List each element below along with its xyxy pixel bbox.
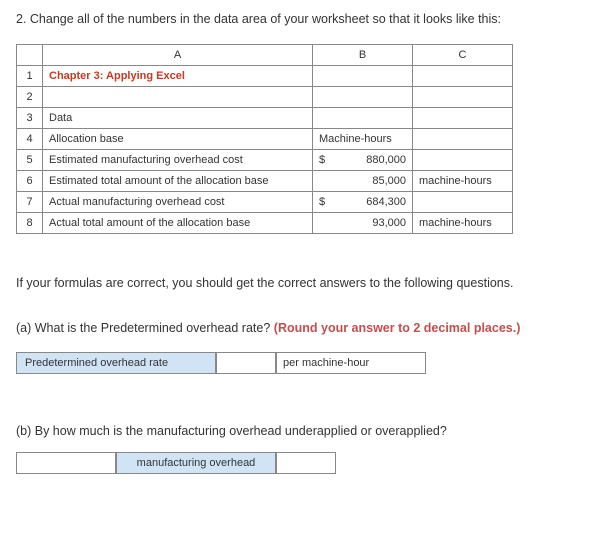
- table-row: 1 Chapter 3: Applying Excel: [17, 66, 513, 87]
- qa-unit: per machine-hour: [276, 352, 426, 374]
- cell-b3: [313, 108, 413, 129]
- table-row: 6 Estimated total amount of the allocati…: [17, 171, 513, 192]
- qa-input[interactable]: [216, 352, 276, 374]
- question-a-row: Predetermined overhead rate per machine-h…: [16, 352, 592, 374]
- currency-symbol: $: [319, 196, 325, 208]
- cell-b7: $684,300: [313, 192, 413, 213]
- cell-c6: machine-hours: [413, 171, 513, 192]
- cell-a8: Actual total amount of the allocation ba…: [43, 213, 313, 234]
- cell-a5: Estimated manufacturing overhead cost: [43, 150, 313, 171]
- cell-value: 93,000: [372, 217, 406, 229]
- table-row: 8 Actual total amount of the allocation …: [17, 213, 513, 234]
- col-header-c: C: [413, 45, 513, 66]
- cell-c3: [413, 108, 513, 129]
- col-header-b: B: [313, 45, 413, 66]
- cell-c2: [413, 87, 513, 108]
- table-row: 2: [17, 87, 513, 108]
- cell-c5: [413, 150, 513, 171]
- cell-value: 85,000: [372, 175, 406, 187]
- cell-b5: $880,000: [313, 150, 413, 171]
- cell-b4: Machine-hours: [313, 129, 413, 150]
- cell-value: 684,300: [366, 196, 406, 208]
- paragraph-1: If your formulas are correct, you should…: [16, 274, 592, 293]
- qb-input-1[interactable]: [16, 452, 116, 474]
- cell-b6: 85,000: [313, 171, 413, 192]
- corner-cell: [17, 45, 43, 66]
- table-row: 3 Data: [17, 108, 513, 129]
- row-num: 6: [17, 171, 43, 192]
- qa-prompt-text: (a) What is the Predetermined overhead r…: [16, 321, 274, 335]
- question-b-prompt: (b) By how much is the manufacturing ove…: [16, 424, 592, 438]
- qa-label: Predetermined overhead rate: [16, 352, 216, 374]
- row-num: 1: [17, 66, 43, 87]
- instruction-text: 2. Change all of the numbers in the data…: [16, 12, 592, 26]
- cell-a7: Actual manufacturing overhead cost: [43, 192, 313, 213]
- row-num: 7: [17, 192, 43, 213]
- col-header-a: A: [43, 45, 313, 66]
- cell-b2: [313, 87, 413, 108]
- question-b-row: manufacturing overhead: [16, 452, 592, 474]
- qa-prompt-red: (Round your answer to 2 decimal places.): [274, 321, 521, 335]
- row-num: 8: [17, 213, 43, 234]
- table-row: 4 Allocation base Machine-hours: [17, 129, 513, 150]
- cell-value: 880,000: [366, 154, 406, 166]
- qb-label: manufacturing overhead: [116, 452, 276, 474]
- qb-input-2[interactable]: [276, 452, 336, 474]
- cell-a6: Estimated total amount of the allocation…: [43, 171, 313, 192]
- cell-c4: [413, 129, 513, 150]
- cell-c8: machine-hours: [413, 213, 513, 234]
- cell-a4: Allocation base: [43, 129, 313, 150]
- cell-b8: 93,000: [313, 213, 413, 234]
- table-row: 7 Actual manufacturing overhead cost $68…: [17, 192, 513, 213]
- cell-a1: Chapter 3: Applying Excel: [43, 66, 313, 87]
- row-num: 4: [17, 129, 43, 150]
- cell-c1: [413, 66, 513, 87]
- cell-b1: [313, 66, 413, 87]
- row-num: 5: [17, 150, 43, 171]
- question-a-prompt: (a) What is the Predetermined overhead r…: [16, 319, 592, 338]
- cell-c7: [413, 192, 513, 213]
- row-num: 2: [17, 87, 43, 108]
- cell-a2: [43, 87, 313, 108]
- currency-symbol: $: [319, 154, 325, 166]
- table-row: 5 Estimated manufacturing overhead cost …: [17, 150, 513, 171]
- cell-a3: Data: [43, 108, 313, 129]
- row-num: 3: [17, 108, 43, 129]
- worksheet-table: A B C 1 Chapter 3: Applying Excel 2 3 Da…: [16, 44, 513, 234]
